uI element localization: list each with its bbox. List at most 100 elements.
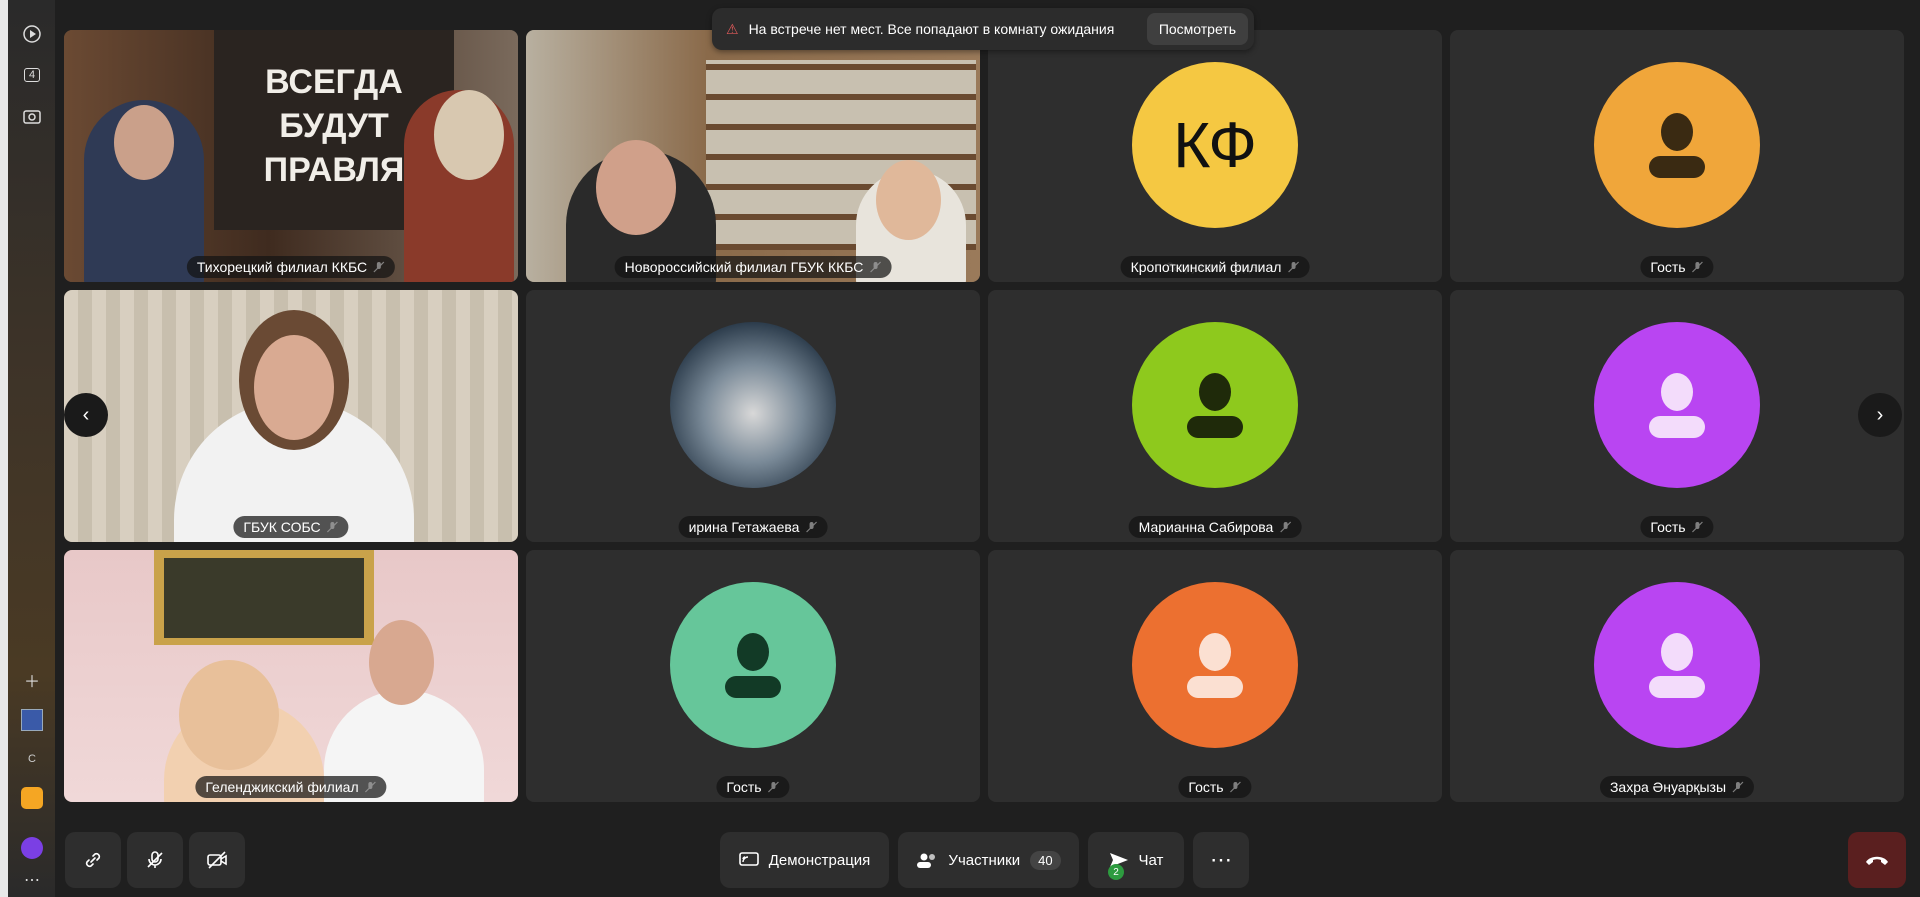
mic-off-icon [327,521,339,533]
participant-name-text: Кропоткинский филиал [1130,259,1282,275]
add-icon[interactable]: ＋ [16,666,48,694]
participants-icon [917,853,936,868]
chat-unread-badge: 2 [1108,864,1124,880]
alice-icon[interactable] [16,834,48,862]
participant-name-text: Геленджикский филиал [205,779,359,795]
more-options-button[interactable]: ⋯ [1193,832,1249,888]
microphone-toggle-button[interactable] [127,832,183,888]
participant-name: Геленджикский филиал [195,776,387,798]
person-icon [1187,373,1243,438]
participant-tile[interactable]: ГБУК СОБС [64,290,518,542]
previous-page-button[interactable]: ‹ [64,393,108,437]
participant-tile[interactable]: КФ Загружаем видео Кропоткинский филиал [988,30,1442,282]
avatar [670,582,836,748]
participant-tile[interactable]: Захра Әнуарқызы [1450,550,1904,802]
participant-tile[interactable]: Гость [1450,30,1904,282]
participant-tile[interactable]: Гость [1450,290,1904,542]
app-shortcut-icon[interactable] [16,706,48,734]
mic-off-icon [373,261,385,273]
chevron-left-icon: ‹ [82,403,90,426]
waiting-room-toast: ⚠ На встрече нет мест. Все попадают в ко… [712,8,1254,50]
mic-off-icon [1287,261,1299,273]
camera-toggle-button[interactable] [189,832,245,888]
participant-name-text: Гость [1650,259,1686,275]
mic-off-icon [768,781,779,793]
participant-name: ирина Гетажаева [678,516,828,538]
avatar [1132,582,1298,748]
app-window: 4 ＋ C ⋯ ВСЕГДА БУДУТ ПРАВЛЯ Тихорецкий ф… [0,0,1920,897]
participant-tile[interactable]: ирина Гетажаева [526,290,980,542]
person-icon [1187,633,1243,698]
mic-off-icon [1692,261,1703,273]
screen-share-label: Демонстрация [768,851,871,869]
video-feed [526,30,980,282]
mic-off-icon [147,851,163,868]
video-feed [64,550,518,802]
browser-sidebar: 4 ＋ C ⋯ [0,0,55,897]
screen-share-icon [738,852,759,866]
person-icon [1649,633,1705,698]
participant-name-text: Тихорецкий филиал ККБС [196,259,368,275]
participant-name: ГБУК СОБС [233,516,349,538]
video-feed: ВСЕГДА БУДУТ ПРАВЛЯ [64,30,518,282]
participant-name-text: Новороссийский филиал ГБУК ККБС [624,259,864,275]
mic-off-icon [1279,521,1291,533]
copy-link-button[interactable] [65,832,121,888]
participant-name: Гость [1178,776,1252,798]
tab-count-label: 4 [23,68,41,82]
leave-call-button[interactable] [1848,832,1906,888]
avatar-photo [670,322,836,488]
mic-off-icon [365,781,377,793]
video-feed [64,290,518,542]
participant-tile[interactable]: Гость [526,550,980,802]
participant-tile[interactable]: Новороссийский филиал ГБУК ККБС [526,30,980,282]
mail-icon[interactable] [16,784,48,812]
participant-name: Захра Әнуарқызы [1599,776,1755,798]
app-shortcut-c[interactable]: C [16,745,48,773]
more-icon: ⋯ [1210,847,1232,872]
participant-name-text: Захра Әнуарқызы [1609,779,1727,795]
chat-button[interactable]: 2 Чат [1088,832,1184,888]
participant-tile[interactable]: Геленджикский филиал [64,550,518,802]
mic-off-icon [1692,521,1703,533]
mic-off-icon [1230,781,1241,793]
chevron-right-icon: › [1876,403,1884,426]
next-page-button[interactable]: › [1858,393,1902,437]
avatar [1594,322,1760,488]
hang-up-icon [1866,856,1888,865]
avatar [1132,322,1298,488]
mic-off-icon [806,521,817,533]
more-icon[interactable]: ⋯ [16,866,48,894]
app-shortcut-c-label: C [28,753,36,765]
toast-message: На встрече нет мест. Все попадают в комн… [748,21,1115,37]
avatar [1594,582,1760,748]
participant-tile[interactable]: ВСЕГДА БУДУТ ПРАВЛЯ Тихорецкий филиал КК… [64,30,518,282]
banner-text-line: ВСЕГДА [265,63,403,101]
participants-count-badge: 40 [1030,850,1061,870]
person-icon [725,633,781,698]
chat-label: Чат [1138,851,1164,869]
screen-share-button[interactable]: Демонстрация [720,832,889,888]
participant-tile[interactable]: Гость [988,550,1442,802]
participant-name: Тихорецкий филиал ККБС [186,256,396,278]
avatar [1594,62,1760,228]
screenshot-icon[interactable] [16,102,48,130]
participant-name-text: ирина Гетажаева [688,519,800,535]
view-waiting-room-button[interactable]: Посмотреть [1146,13,1248,45]
participant-name-text: Гость [1188,779,1224,795]
mic-off-icon [1732,781,1744,793]
participant-name: Гость [1640,516,1714,538]
participants-button[interactable]: Участники 40 [898,832,1079,888]
participant-name: Гость [1640,256,1714,278]
tab-count-icon[interactable]: 4 [16,61,48,89]
participant-name: Кропоткинский филиал [1120,256,1310,278]
participant-name-text: ГБУК СОБС [243,519,321,535]
mic-off-icon [869,261,881,273]
person-icon [1649,113,1705,178]
participant-tile[interactable]: Марианна Сабирова [988,290,1442,542]
play-icon[interactable] [16,20,48,48]
link-icon [85,852,101,868]
camera-off-icon [207,851,227,869]
participant-name: Новороссийский филиал ГБУК ККБС [614,256,892,278]
participant-name: Гость [716,776,790,798]
